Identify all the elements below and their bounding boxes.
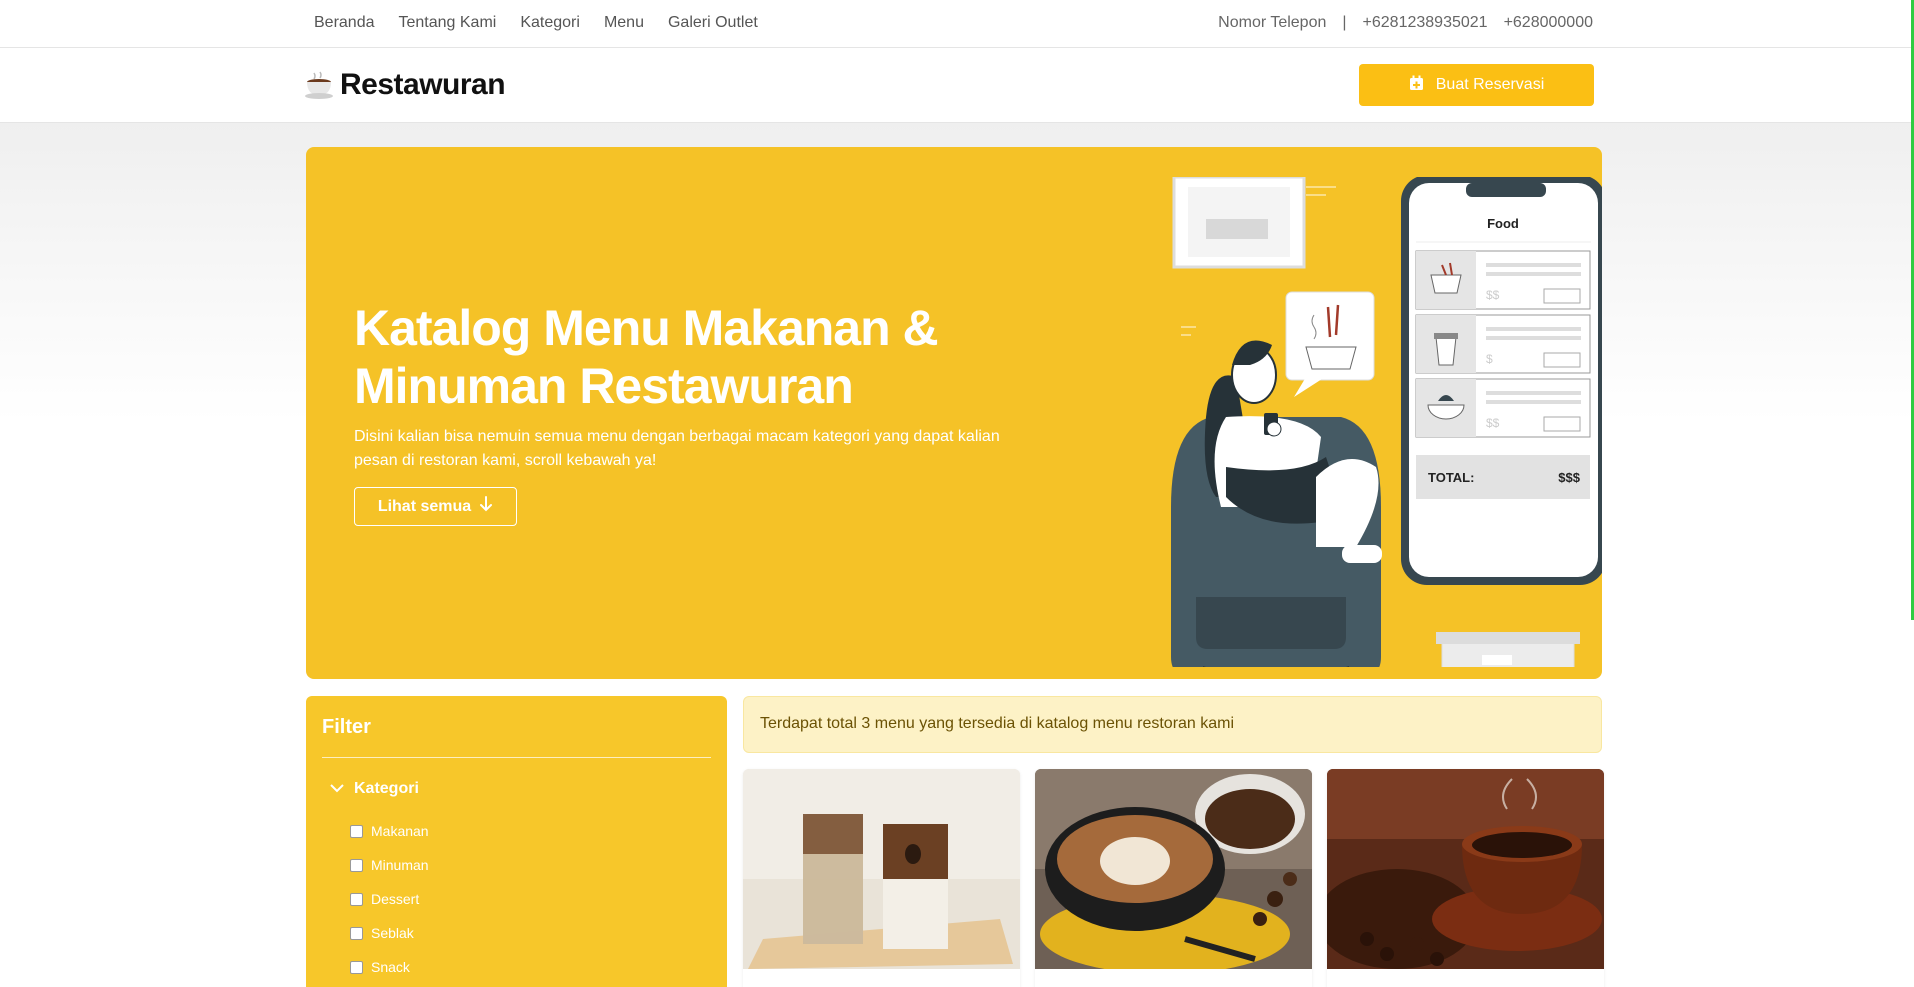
reserve-button-label: Buat Reservasi [1435, 76, 1545, 93]
hero-title-line-2: Minuman Restawuran [354, 358, 854, 414]
see-all-button[interactable]: Lihat semua [354, 487, 517, 526]
phone-price-2: $ [1486, 352, 1493, 366]
option-label: Dessert [371, 891, 420, 907]
filter-divider [322, 757, 711, 758]
option-label: Makanan [371, 823, 429, 839]
nav-menu[interactable]: Menu [604, 14, 644, 32]
category-toggle[interactable]: Kategori [330, 780, 419, 798]
arrow-down-icon [479, 496, 493, 517]
hot-coffee-image [1327, 769, 1604, 969]
category-label: Kategori [354, 780, 419, 797]
phone-screen-title: Food [1487, 216, 1519, 231]
phone-label: Nomor Telepon [1218, 14, 1327, 31]
coffee-cup-icon [304, 69, 336, 101]
menu-card-hot-coffee[interactable] [1327, 769, 1604, 987]
filter-option-snack[interactable]: Snack [350, 950, 429, 984]
brand-logo[interactable]: Restawuran [304, 68, 506, 102]
latte-image [1035, 769, 1312, 969]
contact-info: Nomor Telepon | +6281238935021 +62800000… [1218, 14, 1593, 32]
filter-title: Filter [322, 716, 371, 738]
filter-option-seblak[interactable]: Seblak [350, 916, 429, 950]
option-label: Snack [371, 959, 410, 975]
menu-count-alert: Terdapat total 3 menu yang tersedia di k… [743, 696, 1602, 753]
hero-title-line-1: Katalog Menu Makanan & [354, 300, 939, 356]
hero-title: Katalog Menu Makanan & Minuman Restawura… [354, 299, 1014, 415]
filter-option-makanan[interactable]: Makanan [350, 814, 429, 848]
checkbox[interactable] [350, 892, 363, 906]
option-label: Minuman [371, 857, 429, 873]
chevron-down-icon [330, 780, 344, 798]
top-nav: Beranda Tentang Kami Kategori Menu Galer… [314, 14, 758, 32]
nav-tentang-kami[interactable]: Tentang Kami [399, 14, 497, 32]
brand-name: Restawuran [340, 68, 506, 101]
checkbox[interactable] [350, 824, 363, 838]
phone-total-label: TOTAL: [1428, 470, 1474, 485]
nav-kategori[interactable]: Kategori [520, 14, 580, 32]
option-label: Seblak [371, 925, 414, 941]
main-header: Restawuran Buat Reservasi [0, 48, 1914, 123]
phone-total-value: $$$ [1558, 470, 1580, 485]
iced-coffee-image [743, 769, 1020, 969]
checkbox[interactable] [350, 960, 363, 974]
separator: | [1342, 14, 1347, 31]
hero-banner: Katalog Menu Makanan & Minuman Restawura… [306, 147, 1602, 679]
phone-number-2[interactable]: +628000000 [1504, 14, 1593, 32]
phone-number-1[interactable]: +6281238935021 [1363, 14, 1488, 32]
nav-galeri-outlet[interactable]: Galeri Outlet [668, 14, 758, 32]
menu-card-latte[interactable] [1035, 769, 1312, 987]
calendar-plus-icon [1409, 75, 1424, 96]
phone-price-3: $$ [1486, 416, 1500, 430]
see-all-label: Lihat semua [377, 497, 472, 515]
nav-beranda[interactable]: Beranda [314, 14, 375, 32]
category-options: Makanan Minuman Dessert Seblak Snack [350, 814, 429, 984]
filter-panel: Filter Kategori Makanan Minuman Dessert … [306, 696, 727, 987]
phone-price-1: $$ [1486, 288, 1500, 302]
filter-option-minuman[interactable]: Minuman [350, 848, 429, 882]
top-bar: Beranda Tentang Kami Kategori Menu Galer… [0, 0, 1914, 48]
checkbox[interactable] [350, 858, 363, 872]
checkbox[interactable] [350, 926, 363, 940]
filter-option-dessert[interactable]: Dessert [350, 882, 429, 916]
menu-card-iced-coffee[interactable] [743, 769, 1020, 987]
hero-illustration: Food $$ $ $$ TOTAL: $$$ [1171, 177, 1602, 667]
hero-description: Disini kalian bisa nemuin semua menu den… [354, 428, 1000, 469]
reserve-button[interactable]: Buat Reservasi [1359, 64, 1594, 106]
